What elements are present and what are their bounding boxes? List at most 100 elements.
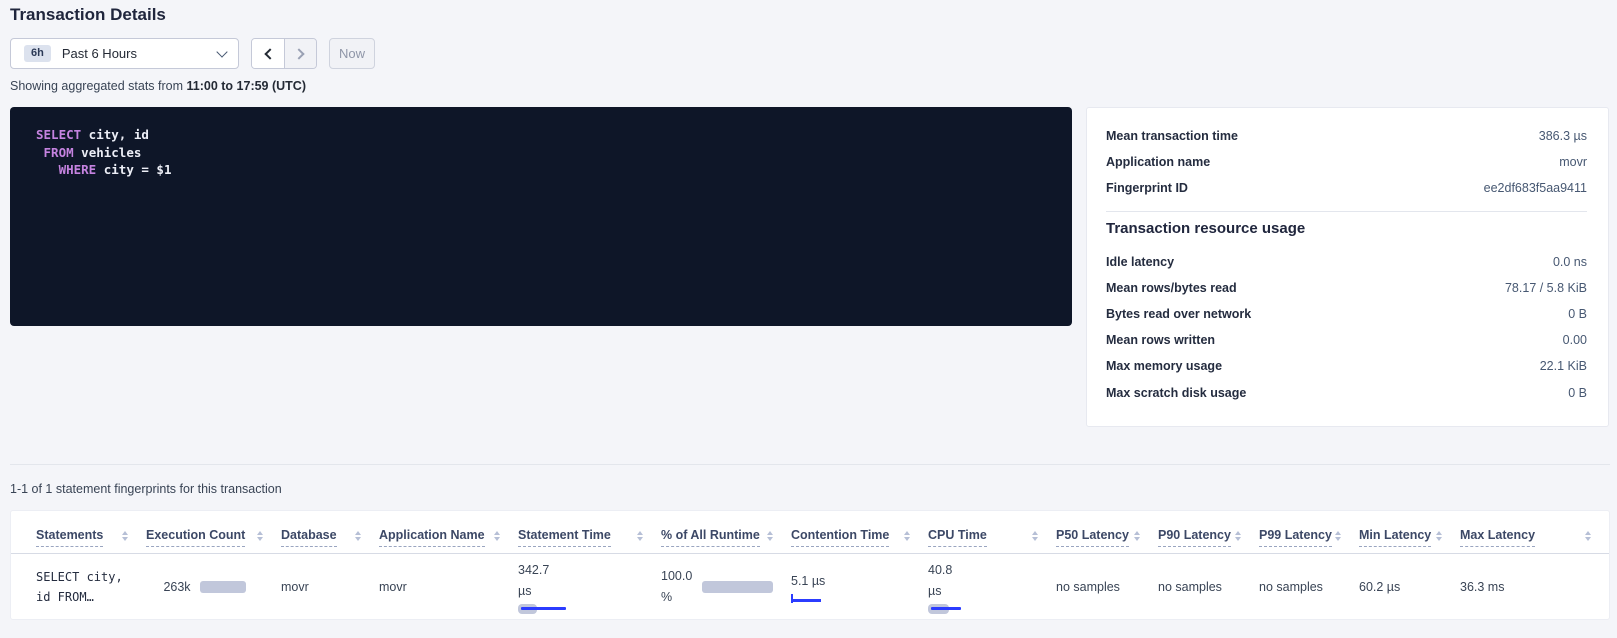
sql-line: SELECT city, id — [36, 126, 1072, 144]
sort-icon — [257, 531, 263, 542]
transaction-details-page: Transaction Details 6h Past 6 Hours Now … — [0, 0, 1617, 638]
summary-value: 386.3 µs — [1539, 129, 1587, 143]
cell-statement: SELECT city, id FROM… — [36, 554, 146, 619]
cell-min-latency: 60.2 µs — [1359, 554, 1460, 619]
summary-label: Max memory usage — [1106, 359, 1222, 373]
sort-icon — [1134, 531, 1140, 542]
summary-label: Application name — [1106, 155, 1210, 169]
transaction-summary-panel: Mean transaction time 386.3 µs Applicati… — [1086, 107, 1609, 427]
column-header-min-latency[interactable]: Min Latency — [1359, 511, 1460, 553]
column-header-runtime-pct[interactable]: % of All Runtime — [661, 511, 791, 553]
summary-label: Bytes read over network — [1106, 307, 1251, 321]
summary-row: Max scratch disk usage 0 B — [1106, 380, 1587, 406]
stats-caption-range: 11:00 to 17:59 (UTC) — [187, 79, 306, 93]
summary-value: ee2df683f5aa9411 — [1484, 181, 1587, 195]
sql-statement-box: SELECT city, id FROM vehicles WHERE city… — [10, 107, 1072, 326]
column-header-execution-count[interactable]: Execution Count — [146, 511, 281, 553]
summary-row: Mean rows/bytes read 78.17 / 5.8 KiB — [1106, 275, 1587, 301]
prev-range-button[interactable] — [252, 39, 284, 68]
chevron-down-icon — [216, 46, 227, 57]
statements-table: Statements Execution Count Database Appl… — [10, 510, 1610, 620]
column-header-p50-latency[interactable]: P50 Latency — [1056, 511, 1158, 553]
time-range-dropdown[interactable]: 6h Past 6 Hours — [10, 38, 239, 69]
summary-row: Idle latency 0.0 ns — [1106, 249, 1587, 275]
contention-time-bar — [791, 594, 823, 603]
cell-database: movr — [281, 554, 379, 619]
summary-value: 0 B — [1568, 386, 1587, 400]
column-header-statement-time[interactable]: Statement Time — [518, 511, 661, 553]
statement-row: SELECT city, id FROM… 263k movr movr 342… — [11, 554, 1609, 620]
cell-max-latency: 36.3 ms — [1460, 554, 1609, 619]
execution-count-bar — [200, 581, 246, 593]
cell-application-name: movr — [379, 554, 518, 619]
column-header-statements[interactable]: Statements — [36, 511, 146, 553]
summary-label: Mean rows written — [1106, 333, 1215, 347]
summary-label: Fingerprint ID — [1106, 181, 1188, 195]
column-header-contention-time[interactable]: Contention Time — [791, 511, 928, 553]
column-header-p90-latency[interactable]: P90 Latency — [1158, 511, 1259, 553]
sort-icon — [1585, 531, 1591, 542]
stats-caption-prefix: Showing aggregated stats from — [10, 79, 183, 93]
summary-row: Mean transaction time 386.3 µs — [1106, 123, 1587, 149]
summary-label: Mean transaction time — [1106, 129, 1238, 143]
statements-table-header: Statements Execution Count Database Appl… — [11, 511, 1609, 554]
column-header-database[interactable]: Database — [281, 511, 379, 553]
summary-value: movr — [1559, 155, 1587, 169]
summary-row: Bytes read over network 0 B — [1106, 301, 1587, 327]
arrow-left-icon — [264, 48, 275, 59]
summary-row: Fingerprint ID ee2df683f5aa9411 — [1106, 175, 1587, 201]
resource-usage-heading: Transaction resource usage — [1106, 220, 1587, 237]
summary-value: 78.17 / 5.8 KiB — [1505, 281, 1587, 295]
summary-value: 0.0 ns — [1553, 255, 1587, 269]
range-step-buttons — [251, 38, 317, 69]
section-divider — [10, 464, 1610, 465]
summary-label: Mean rows/bytes read — [1106, 281, 1237, 295]
runtime-pct-bar — [702, 581, 773, 593]
statement-link[interactable]: SELECT city, id FROM… — [36, 567, 128, 607]
sort-icon — [637, 531, 643, 542]
sql-keyword: FROM — [44, 145, 74, 160]
cell-execution-count: 263k — [146, 554, 281, 619]
page-title: Transaction Details — [10, 5, 166, 25]
sql-line: FROM vehicles — [36, 144, 1072, 162]
summary-value: 22.1 KiB — [1540, 359, 1587, 373]
sort-icon — [904, 531, 910, 542]
summary-row: Application name movr — [1106, 149, 1587, 175]
summary-value: 0.00 — [1563, 333, 1587, 347]
time-range-label: Past 6 Hours — [62, 46, 218, 61]
cpu-time-bar — [928, 604, 984, 614]
cell-p90-latency: no samples — [1158, 554, 1259, 619]
summary-label: Idle latency — [1106, 255, 1174, 269]
sql-keyword: WHERE — [59, 162, 97, 177]
column-header-application-name[interactable]: Application Name — [379, 511, 518, 553]
time-range-badge: 6h — [24, 45, 51, 62]
cell-cpu-time: 40.8 µs — [928, 554, 1056, 619]
now-button[interactable]: Now — [329, 38, 375, 69]
cell-runtime-pct: 100.0 % — [661, 554, 791, 619]
summary-row: Max memory usage 22.1 KiB — [1106, 353, 1587, 379]
sql-line: WHERE city = $1 — [36, 161, 1072, 179]
column-header-max-latency[interactable]: Max Latency — [1460, 511, 1609, 553]
column-header-cpu-time[interactable]: CPU Time — [928, 511, 1056, 553]
arrow-right-icon — [293, 48, 304, 59]
sort-icon — [1436, 531, 1442, 542]
statement-time-bar — [518, 604, 574, 614]
sort-icon — [122, 531, 128, 542]
cell-p99-latency: no samples — [1259, 554, 1359, 619]
sort-icon — [1335, 531, 1341, 542]
cell-statement-time: 342.7 µs — [518, 554, 661, 619]
sort-icon — [1032, 531, 1038, 542]
summary-value: 0 B — [1568, 307, 1587, 321]
summary-row: Mean rows written 0.00 — [1106, 327, 1587, 353]
time-controls: 6h Past 6 Hours Now — [10, 38, 375, 69]
sort-icon — [494, 531, 500, 542]
summary-divider — [1106, 211, 1587, 212]
sort-icon — [1235, 531, 1241, 542]
summary-label: Max scratch disk usage — [1106, 386, 1246, 400]
cell-contention-time: 5.1 µs — [791, 554, 928, 619]
cell-p50-latency: no samples — [1056, 554, 1158, 619]
column-header-p99-latency[interactable]: P99 Latency — [1259, 511, 1359, 553]
next-range-button[interactable] — [284, 39, 316, 68]
statements-count-caption: 1-1 of 1 statement fingerprints for this… — [10, 482, 282, 496]
sql-keyword: SELECT — [36, 127, 81, 142]
